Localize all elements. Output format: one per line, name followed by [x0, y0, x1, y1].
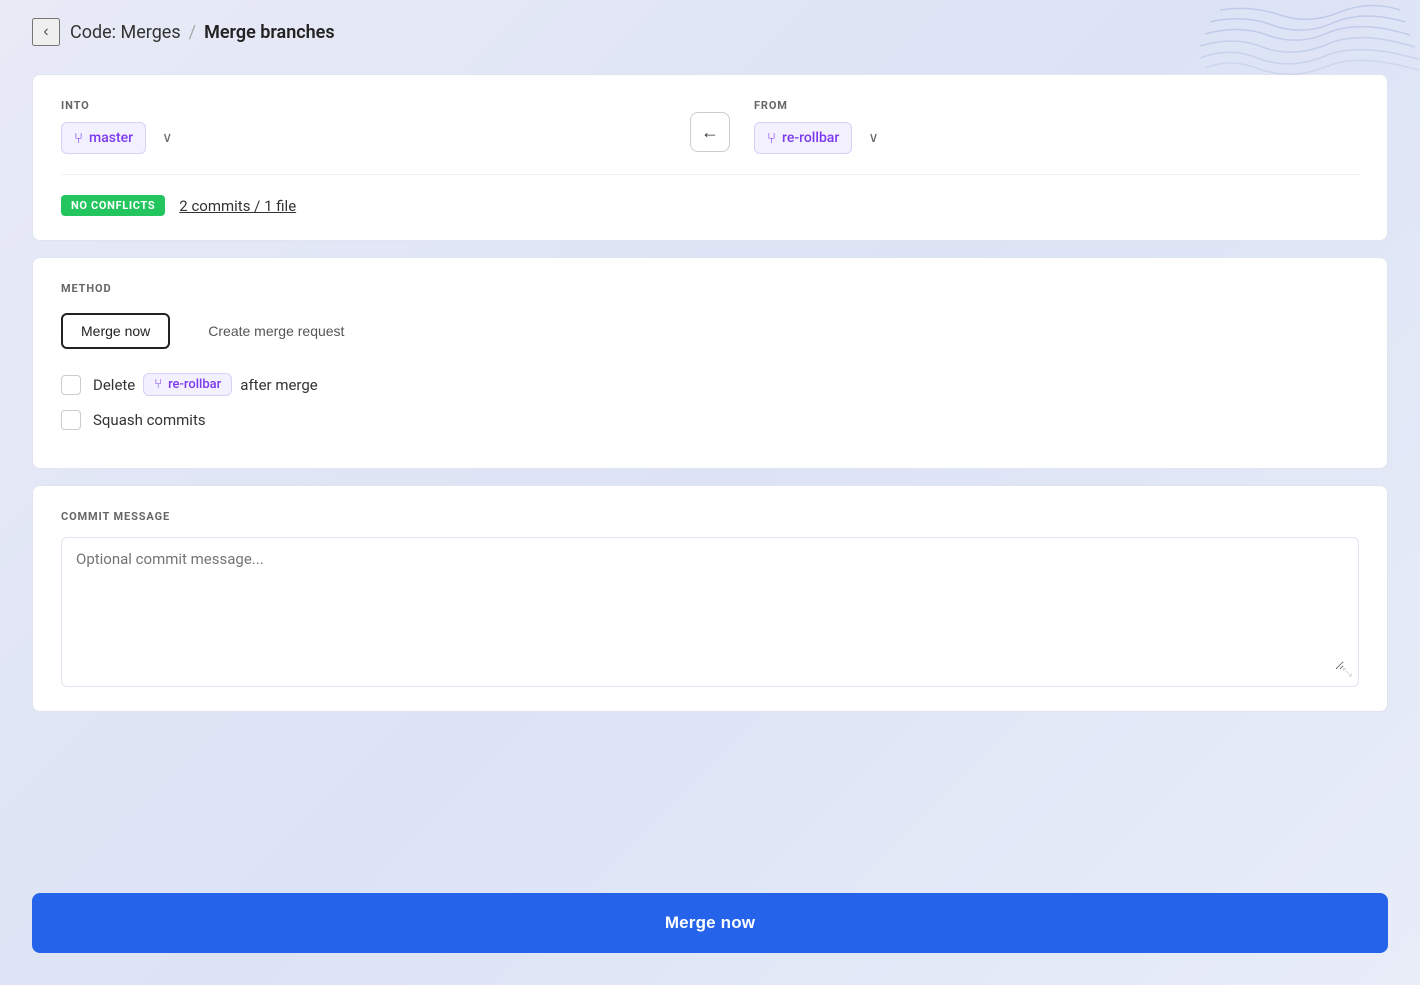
- into-label: INTO: [61, 99, 666, 112]
- from-branch-pill[interactable]: ⑂ re-rollbar: [754, 122, 852, 154]
- conflict-row: NO CONFLICTS 2 commits / 1 file: [61, 174, 1359, 216]
- from-branch-name: re-rollbar: [782, 130, 839, 146]
- commit-message-card: COMMIT MESSAGE ⤡: [32, 485, 1388, 712]
- breadcrumb: Code: Merges / Merge branches: [70, 22, 335, 43]
- into-dropdown-arrow[interactable]: ∨: [162, 130, 172, 146]
- from-branch-group: FROM ⑂ re-rollbar ∨: [754, 99, 1359, 154]
- delete-branch-icon: ⑂: [154, 377, 162, 392]
- from-branch-selector: ⑂ re-rollbar ∨: [754, 122, 1359, 154]
- breadcrumb-current: Merge branches: [204, 22, 335, 43]
- into-branch-name: master: [89, 130, 133, 146]
- into-branch-selector: ⑂ master ∨: [61, 122, 666, 154]
- commit-message-input[interactable]: [76, 550, 1344, 670]
- from-label: FROM: [754, 99, 1359, 112]
- breadcrumb-separator: /: [189, 22, 196, 43]
- squash-commits-label: Squash commits: [93, 411, 206, 429]
- delete-after-text: after merge: [240, 376, 317, 394]
- merge-now-method-button[interactable]: Merge now: [61, 313, 170, 349]
- breadcrumb-parent[interactable]: Code: Merges: [70, 22, 181, 43]
- method-card: METHOD Merge now Create merge request De…: [32, 257, 1388, 469]
- delete-branch-pill: ⑂ re-rollbar: [143, 373, 232, 396]
- branch-card: INTO ⑂ master ∨ ← FROM: [32, 74, 1388, 241]
- squash-commits-checkbox[interactable]: [61, 410, 81, 430]
- from-dropdown-arrow[interactable]: ∨: [868, 130, 878, 146]
- merge-button-wrapper: Merge now: [0, 877, 1420, 985]
- merge-now-button[interactable]: Merge now: [32, 893, 1388, 953]
- method-label: METHOD: [61, 282, 1359, 295]
- delete-checkbox-label: Delete ⑂ re-rollbar after merge: [93, 373, 318, 396]
- commit-message-label: COMMIT MESSAGE: [61, 510, 1359, 523]
- method-row: Merge now Create merge request: [61, 313, 1359, 349]
- into-branch-group: INTO ⑂ master ∨: [61, 99, 666, 154]
- branch-section: INTO ⑂ master ∨ ← FROM: [61, 99, 1359, 154]
- commit-message-wrapper: ⤡: [61, 537, 1359, 687]
- resize-handle-icon: ⤡: [1342, 665, 1352, 680]
- back-icon: ‹: [43, 23, 48, 41]
- delete-branch-name: re-rollbar: [168, 377, 221, 392]
- branch-icon-from: ⑂: [767, 129, 776, 147]
- back-button[interactable]: ‹: [32, 18, 60, 46]
- delete-checkbox-row: Delete ⑂ re-rollbar after merge: [61, 373, 1359, 396]
- commits-info[interactable]: 2 commits / 1 file: [179, 197, 296, 215]
- no-conflicts-badge: NO CONFLICTS: [61, 195, 165, 216]
- into-branch-pill[interactable]: ⑂ master: [61, 122, 146, 154]
- delete-branch-checkbox[interactable]: [61, 375, 81, 395]
- swap-branches-button[interactable]: ←: [690, 112, 730, 152]
- delete-before-text: Delete: [93, 376, 135, 394]
- branch-icon-into: ⑂: [74, 129, 83, 147]
- page-header: ‹ Code: Merges / Merge branches: [0, 0, 1420, 64]
- squash-commits-text: Squash commits: [93, 411, 206, 429]
- main-content: INTO ⑂ master ∨ ← FROM: [0, 64, 1420, 877]
- swap-icon: ←: [701, 122, 719, 143]
- decorative-waves: [1200, 0, 1420, 75]
- create-merge-request-button[interactable]: Create merge request: [190, 315, 362, 347]
- squash-checkbox-row: Squash commits: [61, 410, 1359, 430]
